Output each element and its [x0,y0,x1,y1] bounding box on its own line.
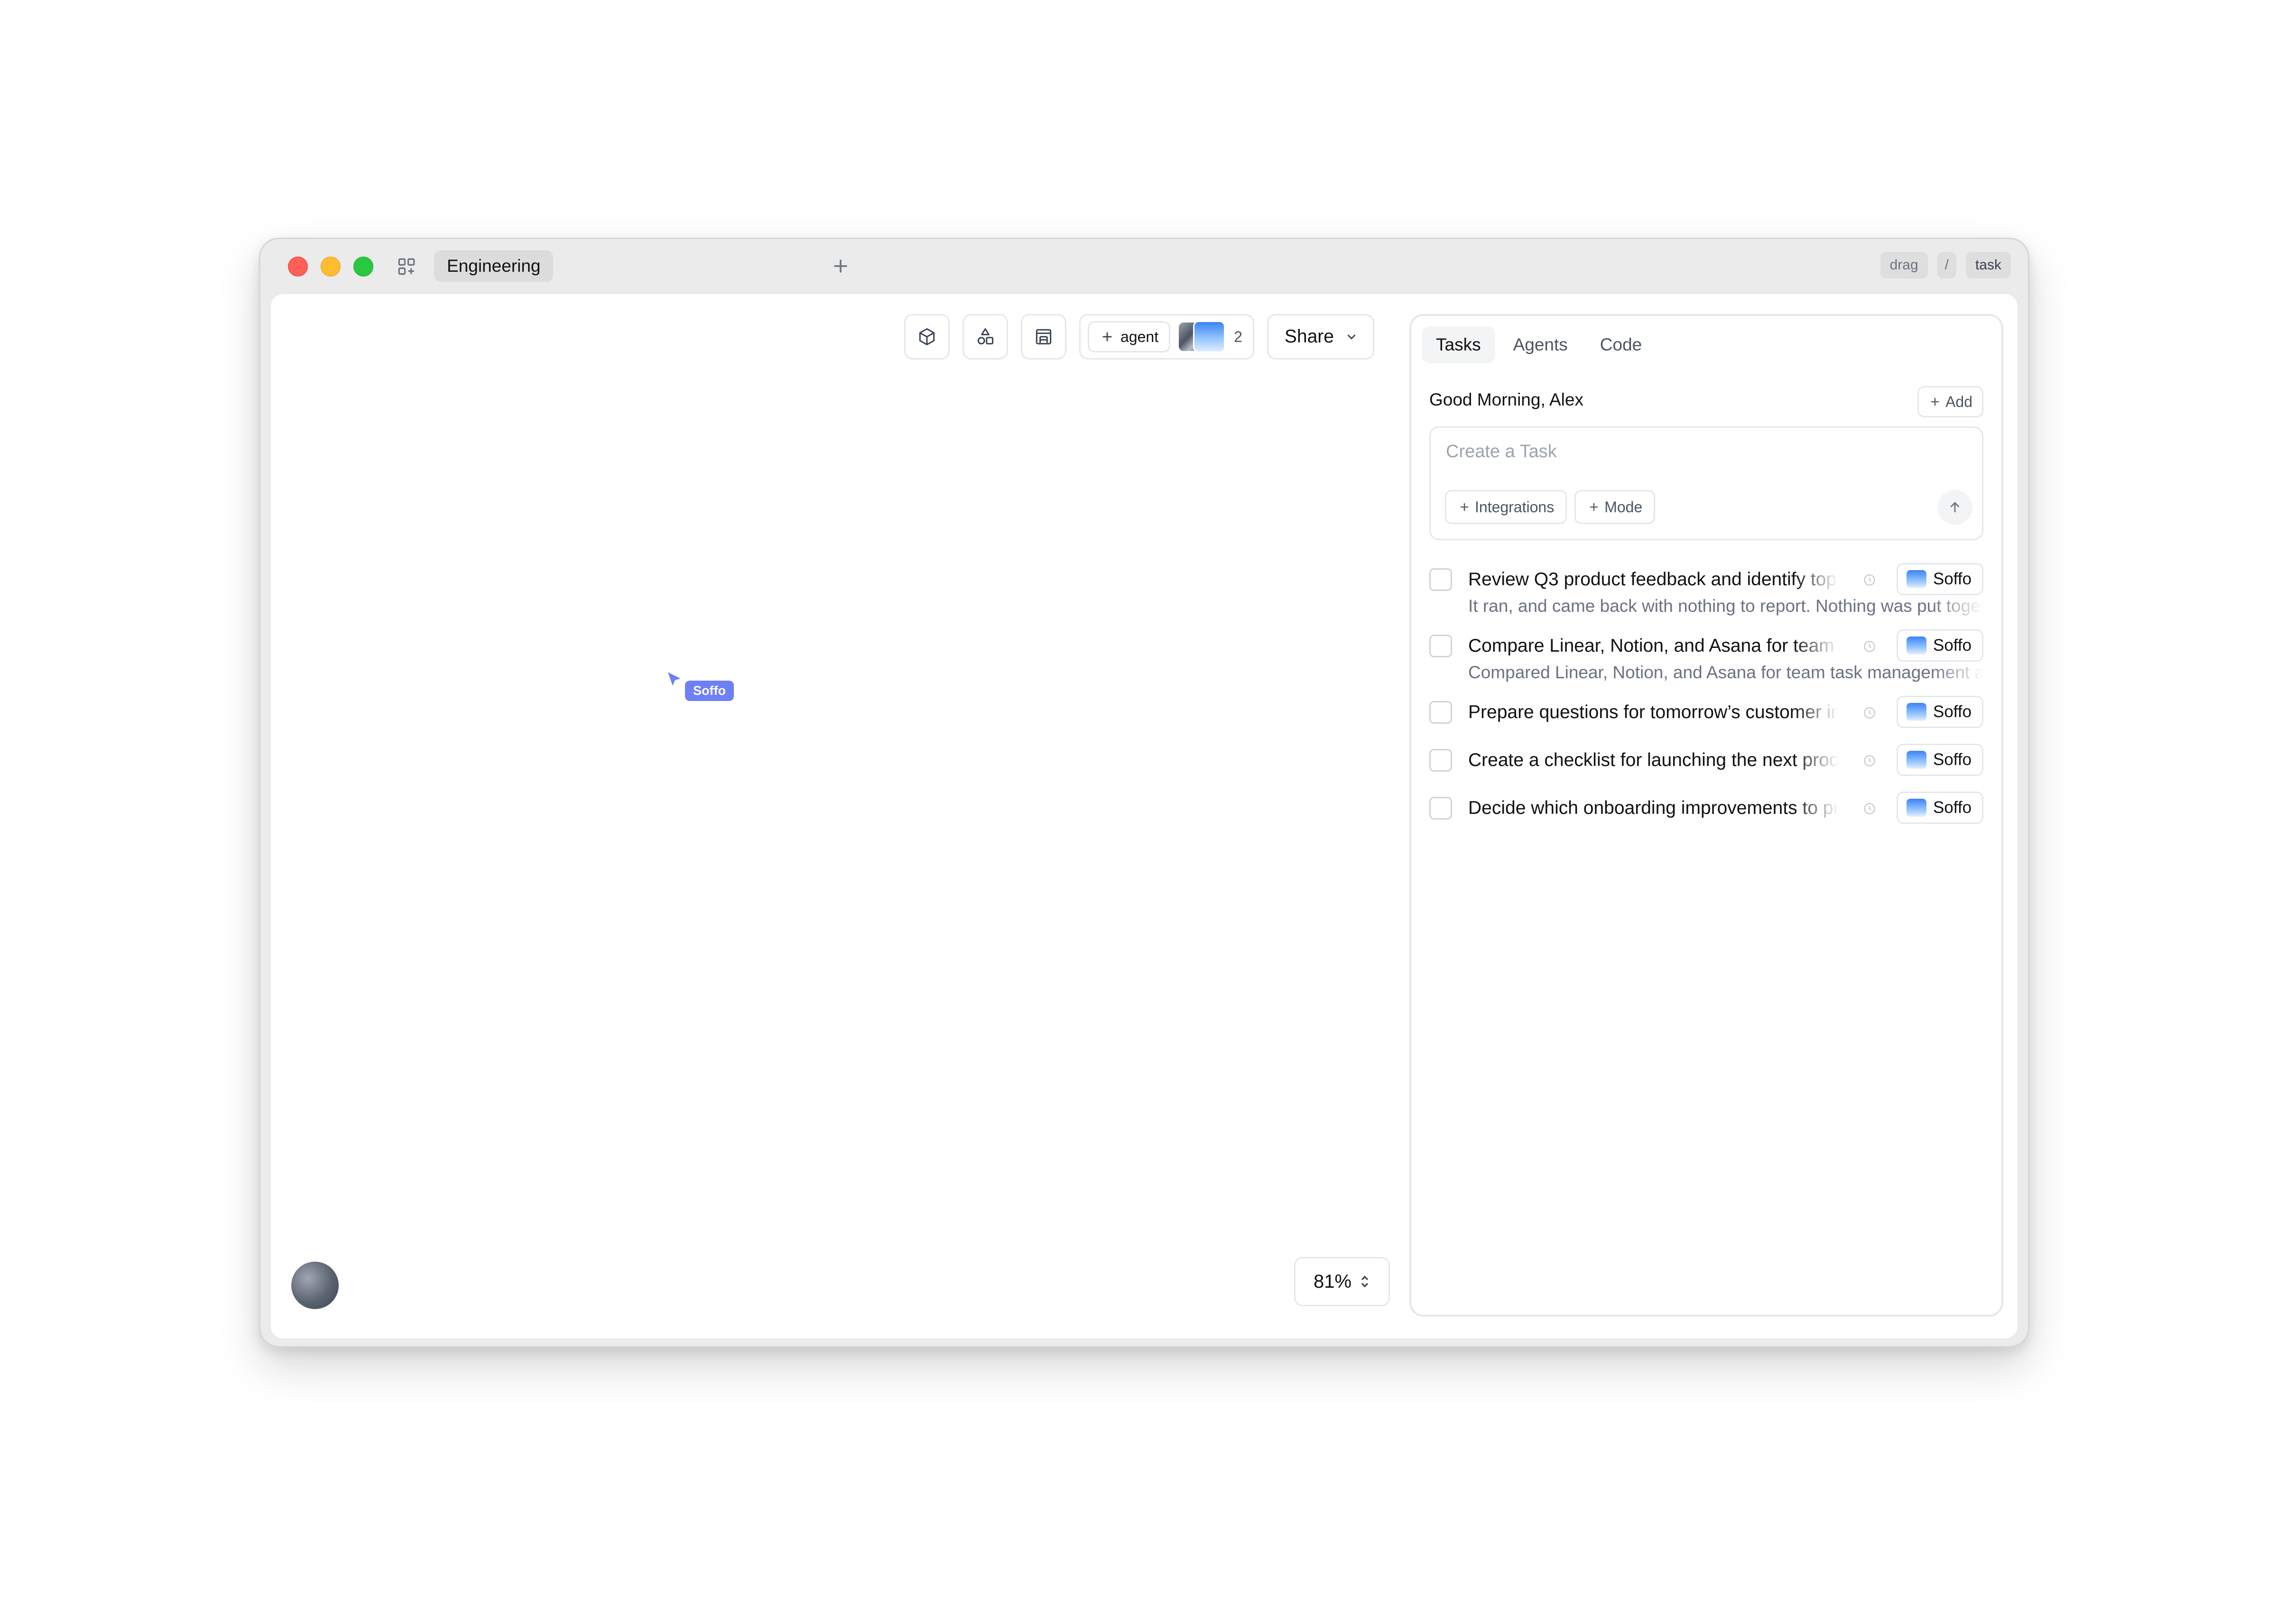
new-tab-button[interactable] [828,253,853,279]
task-item: Compare Linear, Notion, and Asana for te… [1429,629,1983,685]
chevron-down-icon [1347,334,1356,340]
assignee-name: Soffo [1933,570,1972,588]
shortcut-hint: drag / task [1880,252,2011,278]
soffo-logo-icon [1907,637,1926,655]
tab-code[interactable]: Code [1586,326,1656,363]
task-title[interactable]: Compare Linear, Notion, and Asana for te… [1468,636,1838,656]
task-composer: Integrations Mode [1429,426,1983,540]
soffo-logo-icon [1907,570,1926,588]
task-checkbox[interactable] [1429,568,1452,591]
agent-avatars[interactable] [1179,321,1226,353]
task-item: Review Q3 product feedback and identify … [1429,563,1983,619]
integrations-button[interactable]: Integrations [1445,490,1567,524]
cube-icon [919,328,935,345]
chevron-up-down-icon [1361,1275,1369,1288]
agent-count: 2 [1234,328,1242,345]
cursor-label: Soffo [685,681,734,701]
task-title[interactable]: Create a checklist for launching the nex… [1468,750,1838,771]
tab-tasks[interactable]: Tasks [1422,326,1495,363]
app-window: Engineering drag / task agent 2 Share So… [259,238,2029,1347]
task-summary: Compared Linear, Notion, and Asana for t… [1468,663,1983,682]
plus-icon [834,259,847,273]
shortcut-key-drag: drag [1880,252,1928,278]
assignee-name: Soffo [1933,636,1972,655]
assignee-badge[interactable]: Soffo [1897,629,1983,662]
soffo-logo-icon [1907,799,1926,817]
composer-actions: Integrations Mode [1445,490,1656,524]
shortcut-separator: / [1937,252,1956,278]
clock-icon[interactable] [1862,572,1877,588]
task-item: Prepare questions for tomorrow’s custome… [1429,696,1983,728]
mode-label: Mode [1604,498,1643,516]
arrow-up-icon [1950,502,1960,512]
tab-engineering[interactable]: Engineering [434,250,554,282]
zoom-control[interactable]: 81% [1294,1257,1390,1306]
assignee-badge[interactable]: Soffo [1897,696,1983,728]
share-button[interactable]: Share [1267,314,1374,360]
assignee-name: Soffo [1933,702,1972,721]
assignee-name: Soffo [1933,750,1972,769]
task-item: Create a checklist for launching the nex… [1429,744,1983,776]
tab-agents[interactable]: Agents [1499,326,1582,363]
mode-button[interactable]: Mode [1574,490,1656,524]
minimize-window-button[interactable] [321,257,341,277]
maximize-window-button[interactable] [353,257,373,277]
add-agent-button[interactable]: agent [1088,321,1171,352]
add-agent-label: agent [1120,328,1159,345]
cursor-arrow-icon [668,672,681,686]
create-task-input[interactable] [1445,441,1874,462]
task-checkbox[interactable] [1429,797,1452,820]
task-item: Decide which onboarding improvements to … [1429,792,1983,824]
task-title[interactable]: Prepare questions for tomorrow’s custome… [1468,702,1838,723]
shapes-button[interactable] [963,314,1008,360]
agent-group: agent 2 [1079,314,1254,360]
zoom-level: 81% [1313,1271,1352,1292]
task-checkbox[interactable] [1429,635,1452,657]
plus-icon [1102,332,1112,341]
clock-icon[interactable] [1862,705,1877,720]
grid-plus-icon[interactable] [397,257,417,277]
title-bar: Engineering drag / task [260,239,2028,294]
shapes-icon [977,328,994,345]
task-checkbox[interactable] [1429,701,1452,724]
plus-icon [1931,397,1939,406]
greeting: Good Morning, Alex [1429,390,1583,409]
panel-tabs: Tasks Agents Code [1422,326,1656,363]
integrations-label: Integrations [1475,498,1555,516]
task-summary: It ran, and came back with nothing to re… [1468,596,1983,616]
plus-icon [1460,503,1469,511]
add-button[interactable]: Add [1917,386,1983,417]
shortcut-key-task: task [1965,252,2011,278]
frame-icon [1036,329,1052,345]
tasks-panel: Tasks Agents Code Good Morning, Alex Add… [1409,314,2003,1317]
send-task-button[interactable] [1937,490,1972,525]
frame-button[interactable] [1021,314,1066,360]
user-avatar[interactable] [291,1262,339,1309]
plus-icon [1590,503,1598,511]
clock-icon[interactable] [1862,801,1877,816]
clock-icon[interactable] [1862,639,1877,654]
assignee-badge[interactable]: Soffo [1897,563,1983,595]
task-title[interactable]: Decide which onboarding improvements to … [1468,798,1838,819]
task-title[interactable]: Review Q3 product feedback and identify … [1468,569,1838,590]
assignee-badge[interactable]: Soffo [1897,792,1983,824]
main-content: agent 2 Share Soffo 81% Tasks Agents Cod… [271,294,2018,1338]
clock-icon[interactable] [1862,753,1877,768]
soffo-avatar [1193,321,1226,353]
task-list: Review Q3 product feedback and identify … [1429,563,1983,824]
collaborator-cursor: Soffo [666,671,734,701]
close-window-button[interactable] [288,257,308,277]
soffo-logo-icon [1907,703,1926,721]
soffo-logo-icon [1907,751,1926,769]
assignee-badge[interactable]: Soffo [1897,744,1983,776]
cube-button[interactable] [904,314,950,360]
share-label: Share [1284,326,1334,347]
canvas-toolbar: agent 2 Share [904,314,1374,360]
add-label: Add [1945,393,1972,410]
assignee-name: Soffo [1933,798,1972,817]
task-checkbox[interactable] [1429,749,1452,772]
